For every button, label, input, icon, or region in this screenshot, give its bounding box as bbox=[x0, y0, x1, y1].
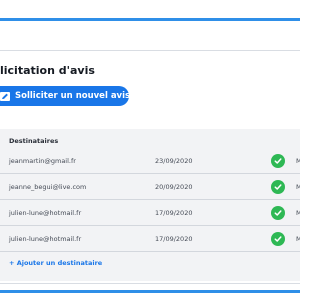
sent-date: 17/09/2020 bbox=[155, 235, 193, 243]
check-circle-icon bbox=[271, 154, 285, 168]
status-text: M bbox=[296, 235, 300, 243]
check-circle-icon bbox=[271, 206, 285, 220]
request-new-review-label: Solliciter un nouvel avis bbox=[15, 91, 131, 101]
status-text: M bbox=[296, 209, 300, 217]
sent-date: 17/09/2020 bbox=[155, 209, 193, 217]
status-text: M bbox=[296, 157, 300, 165]
check-circle-icon bbox=[271, 180, 285, 194]
recipient-email: julien-lune@hotmail.fr bbox=[9, 235, 82, 243]
sent-date: 23/09/2020 bbox=[155, 157, 193, 165]
top-bar bbox=[0, 0, 300, 21]
top-accent-line bbox=[0, 18, 300, 21]
recipient-email: jeanne_begui@live.com bbox=[9, 183, 87, 191]
table-row: jeanmartin@gmail.fr 23/09/2020 M bbox=[0, 148, 300, 174]
bottom-accent-line bbox=[0, 290, 300, 293]
edit-icon bbox=[0, 91, 10, 101]
recipients-header: Destinataires bbox=[9, 137, 59, 145]
recipients-table: Destinataires jeanmartin@gmail.fr 23/09/… bbox=[0, 129, 300, 281]
table-row: julien-lune@hotmail.fr 17/09/2020 M bbox=[0, 200, 300, 226]
recipient-email: jeanmartin@gmail.fr bbox=[9, 157, 76, 165]
sent-date: 20/09/2020 bbox=[155, 183, 193, 191]
request-new-review-button[interactable]: Solliciter un nouvel avis bbox=[0, 86, 131, 106]
review-request-panel: licitation d'avis Solliciter un nouvel a… bbox=[0, 50, 300, 284]
recipient-email: julien-lune@hotmail.fr bbox=[9, 209, 82, 217]
add-recipient-link[interactable]: + Ajouter un destinataire bbox=[9, 259, 102, 267]
check-circle-icon bbox=[271, 232, 285, 246]
table-row: julien-lune@hotmail.fr 17/09/2020 M bbox=[0, 226, 300, 252]
status-text: M bbox=[296, 183, 300, 191]
table-row: jeanne_begui@live.com 20/09/2020 M bbox=[0, 174, 300, 200]
page-title: licitation d'avis bbox=[0, 64, 95, 77]
